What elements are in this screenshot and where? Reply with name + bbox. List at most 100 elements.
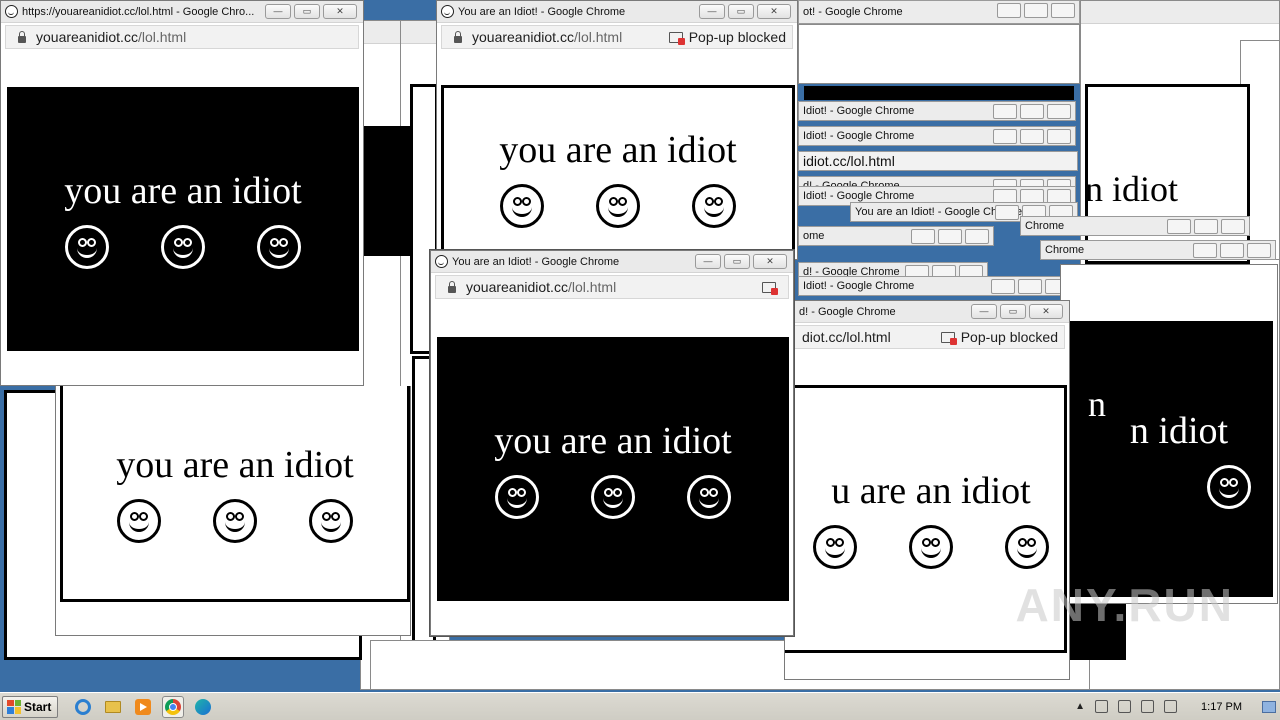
smiley-icon xyxy=(813,525,857,569)
address-bar[interactable]: youareanidiot.cc/lol.html Pop-up blocked xyxy=(441,25,793,49)
stacked-popup-titlebar[interactable]: ome xyxy=(798,226,994,246)
light-message-panel: you are an idiot xyxy=(60,386,410,602)
flag-icon[interactable] xyxy=(1164,700,1178,713)
lock-icon xyxy=(18,30,26,43)
smiley-icon xyxy=(909,525,953,569)
url-text: youareanidiot.cc/lol.html xyxy=(466,279,617,295)
maximize-button[interactable]: ▭ xyxy=(724,254,750,269)
popup-blocked-indicator[interactable]: Pop-up blocked xyxy=(668,29,786,45)
popup-content: you are an idiot xyxy=(1,51,363,385)
maximize-button[interactable]: ▭ xyxy=(1000,304,1026,319)
page-message: n idiot xyxy=(1129,410,1229,452)
window-titlebar[interactable]: d! - Google Chrome — ▭ ✕ xyxy=(785,301,1069,323)
stacked-popup-titlebar[interactable]: Chrome xyxy=(1040,240,1276,260)
smiley-icon xyxy=(687,475,731,519)
window-titlebar[interactable]: You are an Idiot! - Google Chrome — ▭ ✕ xyxy=(437,1,797,23)
clock[interactable]: 1:17 PM xyxy=(1201,701,1242,713)
smiley-icon xyxy=(117,498,161,543)
close-button[interactable]: ✕ xyxy=(1029,304,1063,319)
background-dark-panel xyxy=(365,128,410,256)
smiley-icon xyxy=(257,225,301,269)
background-dark-panel xyxy=(804,86,1074,100)
internet-explorer-icon[interactable] xyxy=(72,696,94,718)
popup-blocked-icon xyxy=(668,31,685,45)
page-message-fragment: n xyxy=(1088,384,1106,424)
smiley-icon xyxy=(495,475,539,519)
start-label: Start xyxy=(24,699,52,714)
page-message: you are an idiot xyxy=(116,443,354,486)
popup-window[interactable]: n idiot xyxy=(1060,264,1278,604)
page-message: you are an idiot xyxy=(494,420,732,462)
edge-icon[interactable] xyxy=(192,696,214,718)
watermark-logo: ANY.RUN xyxy=(1015,579,1234,631)
dark-message-panel: n idiot xyxy=(1065,321,1273,597)
window-title: You are an Idiot! - Google Chrome xyxy=(458,5,626,18)
address-bar[interactable]: youareanidiot.cc/lol.html xyxy=(435,275,789,299)
stacked-popup-titlebar[interactable]: Idiot! - Google Chrome xyxy=(798,126,1076,146)
smiley-icon xyxy=(591,475,635,519)
network-icon[interactable] xyxy=(1141,700,1155,713)
smiley-icon xyxy=(692,184,736,228)
popup-window[interactable]: You are an Idiot! - Google Chrome — ▭ ✕ … xyxy=(436,0,798,260)
smiley-icon xyxy=(1207,465,1251,509)
popup-blocked-icon xyxy=(940,331,957,345)
address-bar[interactable]: youareanidiot.cc/lol.html xyxy=(5,25,359,49)
window-title: https://youareanidiot.cc/lol.html - Goog… xyxy=(22,5,255,18)
minimize-button[interactable]: — xyxy=(265,4,291,19)
file-explorer-icon[interactable] xyxy=(102,696,124,718)
action-center-icon[interactable] xyxy=(1095,700,1109,713)
background-popup-window[interactable] xyxy=(798,24,1080,84)
window-titlebar[interactable]: You are an Idiot! - Google Chrome — ▭ ✕ xyxy=(431,251,793,273)
stacked-popup-titlebar[interactable]: Chrome xyxy=(1020,216,1250,236)
page-message-fragment: n idiot xyxy=(1085,169,1179,209)
popup-window[interactable]: You are an Idiot! - Google Chrome — ▭ ✕ … xyxy=(430,250,794,636)
close-button[interactable]: ✕ xyxy=(323,4,357,19)
maximize-button[interactable]: ▭ xyxy=(294,4,320,19)
media-player-icon[interactable] xyxy=(132,696,154,718)
show-desktop-icon[interactable] xyxy=(1262,700,1276,713)
show-hidden-icons-icon[interactable]: ▲ xyxy=(1075,701,1085,712)
popup-blocked-indicator[interactable] xyxy=(762,281,782,295)
chrome-favicon-icon xyxy=(435,255,448,268)
windows-logo-icon xyxy=(7,699,21,714)
minimize-button[interactable]: — xyxy=(695,254,721,269)
dark-message-panel: you are an idiot xyxy=(437,337,789,601)
window-title: d! - Google Chrome xyxy=(799,305,896,318)
url-text: youareanidiot.cc/lol.html xyxy=(472,29,623,45)
desktop: n idiot ot! - Google Chrome Idiot! - Goo… xyxy=(0,0,1280,692)
stacked-popup-address[interactable]: idiot.cc/lol.html xyxy=(798,151,1078,171)
maximize-button[interactable]: ▭ xyxy=(728,4,754,19)
smiley-icon xyxy=(309,498,353,543)
popup-blocked-icon xyxy=(762,281,778,295)
stacked-popup-titlebar[interactable]: Idiot! - Google Chrome xyxy=(798,276,1074,296)
page-message: you are an idiot xyxy=(64,170,302,212)
window-titlebar[interactable]: https://youareanidiot.cc/lol.html - Goog… xyxy=(1,1,363,23)
smiley-icon xyxy=(213,498,257,543)
smiley-icon xyxy=(65,225,109,269)
dark-message-panel: you are an idiot xyxy=(7,87,359,351)
smiley-icon xyxy=(500,184,544,228)
chrome-favicon-icon xyxy=(5,5,18,18)
popup-window[interactable]: you are an idiot xyxy=(55,386,411,636)
address-bar[interactable]: diot.cc/lol.html Pop-up blocked xyxy=(785,325,1065,349)
popup-content: you are an idiot xyxy=(431,301,793,635)
close-button[interactable]: ✕ xyxy=(753,254,787,269)
smiley-icon xyxy=(161,225,205,269)
light-message-panel: you are an idiot xyxy=(441,85,795,259)
smiley-icon xyxy=(1005,525,1049,569)
minimize-button[interactable]: — xyxy=(699,4,725,19)
chrome-icon[interactable] xyxy=(162,695,185,718)
stacked-popup-titlebar[interactable]: ot! - Google Chrome xyxy=(798,0,1080,24)
close-button[interactable]: ✕ xyxy=(757,4,791,19)
minimize-button[interactable]: — xyxy=(971,304,997,319)
popup-blocked-indicator[interactable]: Pop-up blocked xyxy=(940,329,1058,345)
start-button[interactable]: Start xyxy=(2,695,59,718)
popup-content: you are an idiot xyxy=(437,51,797,259)
stacked-popup-titlebar[interactable]: Idiot! - Google Chrome xyxy=(798,101,1076,121)
volume-icon[interactable] xyxy=(1118,700,1132,713)
url-text: diot.cc/lol.html xyxy=(802,329,891,345)
url-text: youareanidiot.cc/lol.html xyxy=(36,29,187,45)
window-title: You are an Idiot! - Google Chrome xyxy=(452,255,620,268)
lock-icon xyxy=(448,280,456,293)
popup-window[interactable]: https://youareanidiot.cc/lol.html - Goog… xyxy=(0,0,364,386)
